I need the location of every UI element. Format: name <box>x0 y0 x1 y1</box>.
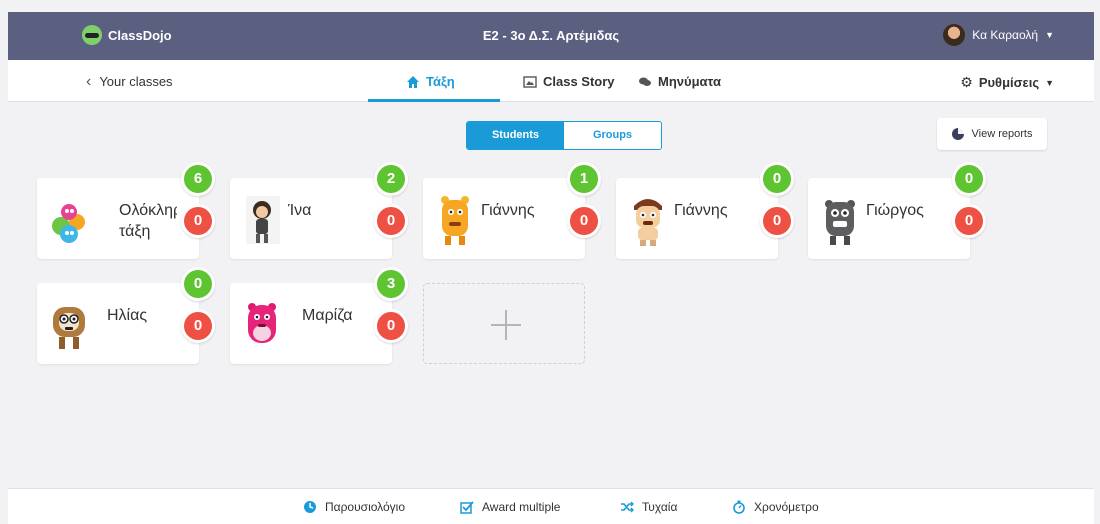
positive-points-badge: 3 <box>374 267 408 301</box>
user-avatar <box>943 24 966 46</box>
view-reports-button[interactable]: View reports <box>937 118 1047 150</box>
image-icon <box>523 75 537 88</box>
negative-points-badge: 0 <box>760 204 794 238</box>
student-name: Ίνα <box>288 202 312 219</box>
negative-points-badge: 0 <box>567 204 601 238</box>
student-avatar <box>246 196 280 244</box>
settings-label: Ρυθμίσεις <box>978 75 1040 90</box>
student-name: Γιώργος <box>866 202 924 219</box>
tab-messages[interactable]: Μηνύματα <box>638 74 721 89</box>
whole-class-avatar <box>52 204 85 243</box>
student-name: Ηλίας <box>107 307 148 324</box>
groups-toggle-button[interactable]: Groups <box>564 122 661 149</box>
student-name: Γιάννης <box>481 202 535 219</box>
student-avatar <box>248 303 276 343</box>
stopwatch-icon <box>733 500 745 514</box>
bottom-toolbar: Παρουσιολόγιο Award multiple Τυχαία Χρον… <box>8 488 1094 524</box>
clock-icon <box>304 501 316 513</box>
random-label: Τυχαία <box>642 500 678 514</box>
positive-points-badge: 2 <box>374 162 408 196</box>
student-name: Ολόκληρη τάξη <box>119 202 177 240</box>
student-avatar <box>53 307 85 349</box>
student-card-whole-class[interactable]: Ολόκληρη τάξη 6 0 <box>37 162 215 259</box>
tab-class[interactable]: Τάξη <box>406 74 455 89</box>
student-avatar <box>634 199 662 246</box>
student-avatar <box>441 196 469 245</box>
student-card[interactable]: Γιάννης 1 0 <box>423 162 601 259</box>
student-avatar <box>825 200 855 245</box>
your-classes-link[interactable]: ‹ Your classes <box>86 72 173 90</box>
student-card[interactable]: Ίνα 2 0 <box>230 162 408 259</box>
attendance-button[interactable]: Παρουσιολόγιο <box>303 500 405 514</box>
negative-points-badge: 0 <box>181 309 215 343</box>
add-student-card[interactable] <box>423 283 585 364</box>
random-button[interactable]: Τυχαία <box>620 500 677 514</box>
gear-icon: ⚙ <box>960 74 973 90</box>
tab-class-label: Τάξη <box>426 74 455 89</box>
pie-chart-icon <box>951 128 964 140</box>
positive-points-badge: 1 <box>567 162 601 196</box>
award-multiple-button[interactable]: Award multiple <box>460 500 560 514</box>
negative-points-badge: 0 <box>952 204 986 238</box>
positive-points-badge: 0 <box>952 162 986 196</box>
negative-points-badge: 0 <box>181 204 215 238</box>
timer-label: Χρονόμετρο <box>754 500 819 514</box>
shuffle-icon <box>621 501 634 513</box>
caret-down-icon: ▼ <box>1045 77 1054 88</box>
timer-button[interactable]: Χρονόμετρο <box>732 500 819 514</box>
checkbox-icon <box>460 501 474 514</box>
settings-menu[interactable]: ⚙ Ρυθμίσεις ▼ <box>960 74 1054 91</box>
negative-points-badge: 0 <box>374 309 408 343</box>
award-multiple-label: Award multiple <box>482 500 561 514</box>
student-name: Γιάννης <box>674 202 728 219</box>
student-name: Μαρίζα <box>302 307 353 324</box>
positive-points-badge: 0 <box>760 162 794 196</box>
student-card[interactable]: Γιάννης 0 0 <box>616 162 794 259</box>
positive-points-badge: 0 <box>181 267 215 301</box>
attendance-label: Παρουσιολόγιο <box>325 500 406 514</box>
students-toggle-button[interactable]: Students <box>467 122 564 149</box>
home-icon <box>407 75 419 88</box>
chat-icon <box>639 77 651 86</box>
negative-points-badge: 0 <box>374 204 408 238</box>
class-title[interactable]: E2 - 3ο Δ.Σ. Αρτέμιδας <box>8 28 1094 43</box>
student-card[interactable]: Μαρίζα 3 0 <box>230 267 408 364</box>
plus-icon <box>491 310 521 340</box>
student-card[interactable]: Γιώργος 0 0 <box>808 162 986 259</box>
tab-messages-label: Μηνύματα <box>658 74 721 89</box>
positive-points-badge: 6 <box>181 162 215 196</box>
chevron-left-icon: ‹ <box>86 72 92 90</box>
students-groups-toggle: Students Groups <box>466 121 662 150</box>
top-bar: ClassDojo E2 - 3ο Δ.Σ. Αρτέμιδας Κα Καρα… <box>8 12 1094 60</box>
nav-bar: ‹ Your classes Τάξη Class Story Μηνύματα… <box>8 60 1094 102</box>
your-classes-label: Your classes <box>99 74 173 89</box>
tab-class-story-label: Class Story <box>543 74 615 89</box>
user-menu[interactable]: Κα Καραολή ▼ <box>943 24 1054 46</box>
view-reports-label: View reports <box>971 128 1033 140</box>
active-tab-indicator <box>368 99 500 102</box>
user-name: Κα Καραολή <box>972 28 1039 42</box>
tab-class-story[interactable]: Class Story <box>523 74 615 89</box>
caret-down-icon: ▼ <box>1045 30 1054 40</box>
student-card[interactable]: Ηλίας 0 0 <box>37 267 215 364</box>
